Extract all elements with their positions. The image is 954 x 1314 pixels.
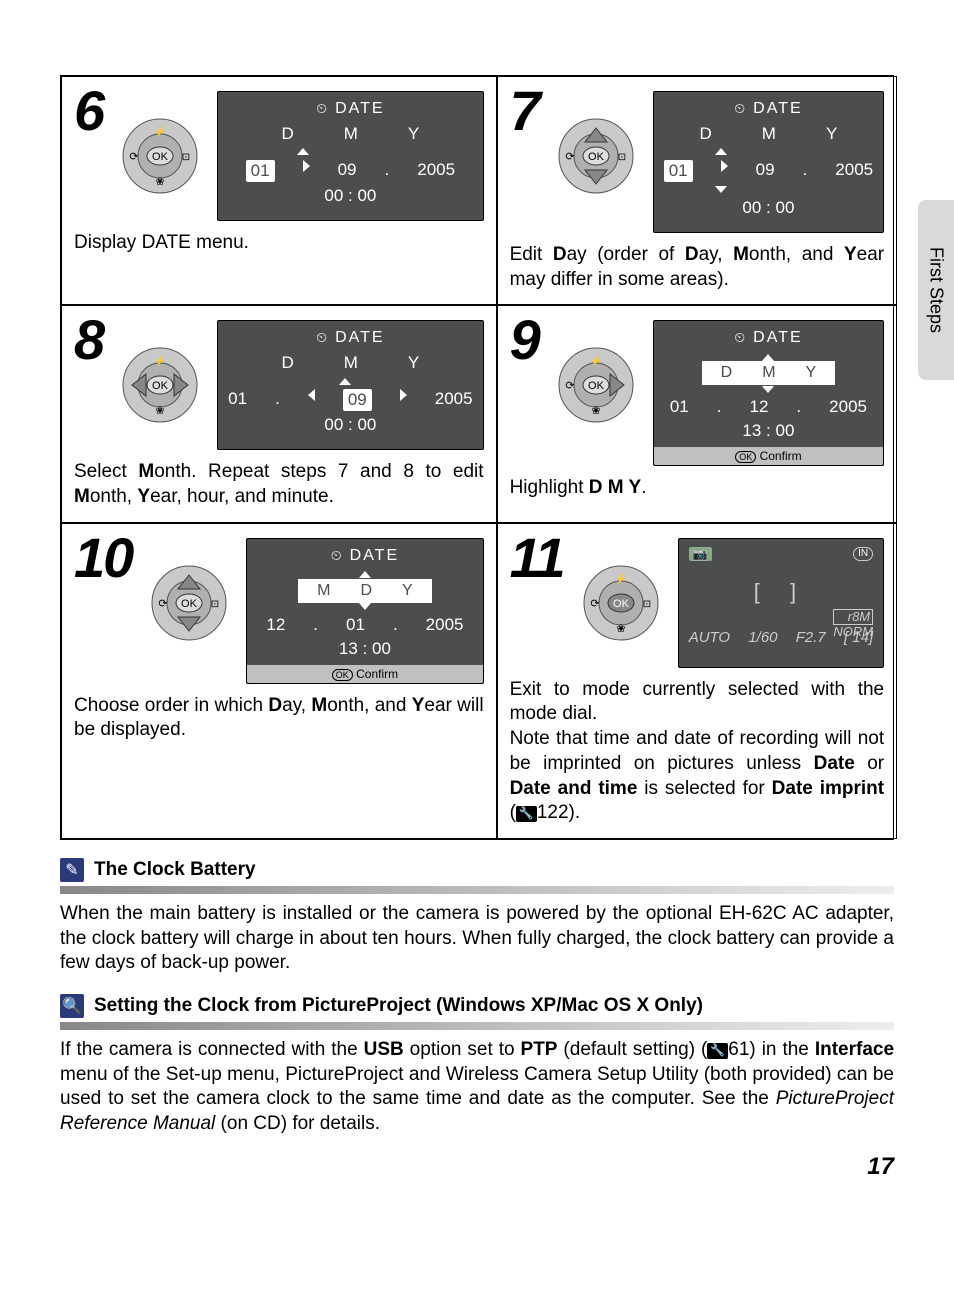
order-highlight: D M Y bbox=[702, 361, 836, 385]
svg-text:❀: ❀ bbox=[156, 405, 165, 417]
divider bbox=[60, 1022, 894, 1030]
setup-icon: 🔧 bbox=[707, 1043, 728, 1059]
arrow-left-icon bbox=[308, 389, 315, 401]
arrow-up-icon bbox=[715, 148, 727, 155]
shooting-screen: 📷 IN [ ] r8M NORM AUTO 1/60 F2.7 [ 14] bbox=[678, 538, 884, 668]
arrow-down-icon bbox=[359, 603, 371, 610]
svg-text:OK: OK bbox=[588, 151, 605, 163]
svg-text:❀: ❀ bbox=[156, 176, 165, 188]
lcd-screen: DATE D M Y 01. 09 2005 00 : 00 bbox=[217, 320, 483, 450]
svg-text:❀: ❀ bbox=[616, 623, 625, 635]
step-caption: Edit Day (order of Day, Month, and Year … bbox=[510, 243, 885, 292]
step-number: 7 bbox=[510, 83, 539, 139]
svg-text:OK: OK bbox=[152, 151, 169, 163]
multi-selector-icon: OK ⟳ ⊡ bbox=[557, 117, 635, 195]
step-caption: Display DATE menu. bbox=[74, 231, 484, 256]
step-caption: Exit to mode currently selected with the… bbox=[510, 678, 885, 826]
shutter-speed: 1/60 bbox=[748, 629, 777, 646]
arrow-up-icon bbox=[762, 354, 774, 361]
lcd-screen: DATE D M Y 01. 12. 2005 bbox=[653, 320, 884, 466]
confirm-bar: OK Confirm bbox=[247, 665, 482, 683]
lcd-screen: DATE M D Y 12. 01. 2005 bbox=[246, 538, 483, 684]
note-icon: ✎ bbox=[60, 858, 84, 882]
date-values: 01 09. 2005 bbox=[228, 160, 472, 182]
multi-selector-icon: OK ⚡ ❀ ⟳ ⊡ bbox=[121, 117, 199, 195]
page-number: 17 bbox=[60, 1153, 894, 1181]
multi-selector-icon: OK ⚡ ❀ bbox=[121, 346, 199, 424]
svg-text:⟳: ⟳ bbox=[565, 151, 574, 163]
svg-text:⚡: ⚡ bbox=[154, 125, 166, 138]
step-caption: Choose order in which Day, Month, and Ye… bbox=[74, 694, 484, 743]
step-11: 11 OK ⚡ ❀ ⟳ ⊡ 📷 bbox=[497, 523, 898, 839]
step-10: 10 OK ⟳ ⊡ DATE bbox=[61, 523, 497, 839]
step-6: 6 OK ⚡ ❀ ⟳ ⊡ DATE D bbox=[61, 76, 497, 305]
svg-text:OK: OK bbox=[152, 380, 169, 392]
arrow-right-icon bbox=[721, 160, 728, 172]
setup-icon: 🔧 bbox=[516, 806, 537, 822]
order-highlight: M D Y bbox=[298, 579, 432, 603]
image-size: r8M bbox=[833, 609, 873, 625]
image-quality: NORM bbox=[833, 625, 873, 639]
side-tab-label: First Steps bbox=[926, 247, 947, 333]
note-title: The Clock Battery bbox=[94, 859, 256, 881]
step-caption: Highlight D M Y. bbox=[510, 476, 885, 501]
note-body: When the main battery is installed or th… bbox=[60, 902, 894, 976]
arrow-down-icon bbox=[715, 186, 727, 193]
memory-in-icon: IN bbox=[853, 547, 873, 561]
side-tab: First Steps bbox=[918, 200, 954, 380]
time-value: 00 : 00 bbox=[228, 186, 472, 206]
svg-text:⚡: ⚡ bbox=[589, 354, 601, 367]
screen-title: DATE bbox=[228, 100, 472, 118]
svg-text:⟳: ⟳ bbox=[159, 598, 168, 610]
svg-text:OK: OK bbox=[181, 598, 198, 610]
step-8: 8 OK ⚡ ❀ DATE D bbox=[61, 305, 497, 522]
dmy-labels: D M Y bbox=[228, 124, 472, 144]
steps-grid: 6 OK ⚡ ❀ ⟳ ⊡ DATE D bbox=[60, 75, 894, 840]
arrow-up-icon bbox=[339, 378, 351, 385]
arrow-up-icon bbox=[359, 571, 371, 578]
step-9: 9 OK ⚡ ❀ ⟳ DATE bbox=[497, 305, 898, 522]
svg-text:⊡: ⊡ bbox=[643, 599, 651, 610]
focus-brackets: [ ] bbox=[689, 579, 873, 605]
svg-text:⊡: ⊡ bbox=[211, 599, 219, 610]
svg-text:⟳: ⟳ bbox=[130, 151, 139, 163]
note-pictureproject: 🔍 Setting the Clock from PictureProject … bbox=[60, 994, 894, 1137]
svg-text:⟳: ⟳ bbox=[590, 598, 599, 610]
arrow-right-icon bbox=[400, 389, 407, 401]
aperture: F2.7 bbox=[796, 629, 826, 646]
camera-icon: 📷 bbox=[689, 547, 712, 561]
mode-auto: AUTO bbox=[689, 629, 730, 646]
arrow-up-icon bbox=[297, 148, 309, 155]
svg-text:⊡: ⊡ bbox=[182, 152, 190, 163]
lcd-screen: DATE D M Y 01 09. 2005 00 : 00 bbox=[217, 91, 483, 221]
svg-text:OK: OK bbox=[613, 598, 630, 610]
multi-selector-icon: OK ⟳ ⊡ bbox=[150, 564, 228, 642]
note-body: If the camera is connected with the USB … bbox=[60, 1038, 894, 1137]
svg-text:⚡: ⚡ bbox=[614, 572, 626, 585]
step-number: 9 bbox=[510, 312, 539, 368]
multi-selector-icon: OK ⚡ ❀ ⟳ bbox=[557, 346, 635, 424]
step-caption: Select Month. Repeat steps 7 and 8 to ed… bbox=[74, 460, 484, 509]
note-clock-battery: ✎ The Clock Battery When the main batter… bbox=[60, 858, 894, 976]
svg-text:⚡: ⚡ bbox=[154, 354, 166, 367]
arrow-right-icon bbox=[303, 160, 310, 172]
confirm-bar: OK OK ConfirmConfirm bbox=[654, 447, 883, 465]
svg-text:❀: ❀ bbox=[591, 405, 600, 417]
arrow-down-icon bbox=[762, 386, 774, 393]
svg-text:⟳: ⟳ bbox=[565, 380, 574, 392]
note-title: Setting the Clock from PictureProject (W… bbox=[94, 995, 703, 1017]
magnify-icon: 🔍 bbox=[60, 994, 84, 1018]
step-7: 7 OK ⟳ ⊡ DATE D bbox=[497, 76, 898, 305]
step-number: 10 bbox=[74, 530, 132, 586]
divider bbox=[60, 886, 894, 894]
multi-selector-icon: OK ⚡ ❀ ⟳ ⊡ bbox=[582, 564, 660, 642]
svg-text:OK: OK bbox=[588, 380, 605, 392]
step-number: 8 bbox=[74, 312, 103, 368]
step-number: 11 bbox=[510, 530, 564, 586]
step-number: 6 bbox=[74, 83, 103, 139]
lcd-screen: DATE D M Y 01 09. 2005 00 : 00 bbox=[653, 91, 884, 233]
screen-title: DATE bbox=[664, 100, 873, 118]
svg-text:⊡: ⊡ bbox=[618, 152, 626, 163]
